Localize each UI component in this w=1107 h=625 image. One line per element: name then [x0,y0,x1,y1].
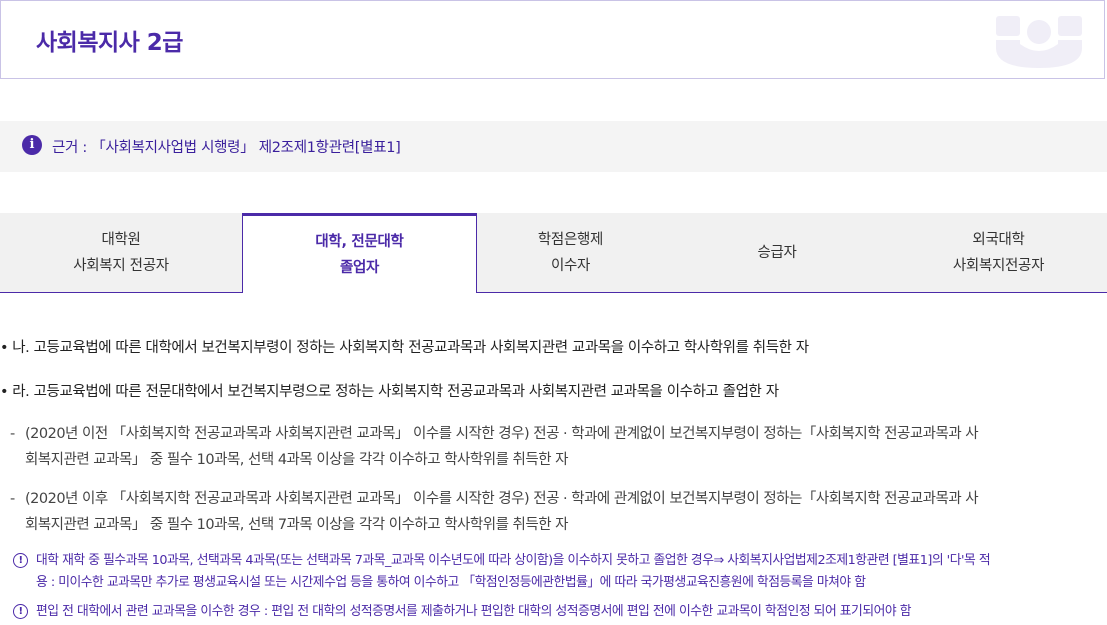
tab-label-line1: 외국대학 [972,231,1025,248]
sub-list-item-line: (2020년 이후 「사회복지학 전공교과목과 사회복지관련 교과목」 이수를 … [25,491,979,507]
bullet-dot: • [0,340,9,356]
tab-label-line2: 이수자 [550,257,591,274]
tab-label-line2: 사회복지전공자 [952,257,1045,274]
caution-text: 편입 전 대학에서 관련 교과목을 이수한 경우 : 편입 전 대학의 성적증명… [36,604,912,619]
caution-note: ! 대학 재학 중 필수과목 10과목, 선택과목 4과목(또는 선택과목 7과… [13,550,1103,594]
dash-mark: - [10,491,15,507]
tab-label-line1: 학점은행제 [537,231,604,248]
notice-text: 근거 : 「사회복지사업법 시행령」 제2조제1항관련[별표1] [52,140,401,156]
sub-list-item-line: (2020년 이전 「사회복지학 전공교과목과 사회복지관련 교과목」 이수를 … [25,426,979,442]
bullet-dot: • [0,384,9,400]
sub-list-item: - (2020년 이전 「사회복지학 전공교과목과 사회복지관련 교과목」 이수… [10,421,1100,473]
dash-mark: - [10,426,15,442]
tab-label-line1: 승급자 [757,244,797,261]
qualification-tabs: 대학원 사회복지 전공자 대학, 전문대학 졸업자 학점은행제 이수자 승급자 … [0,213,1107,293]
tab-label-line1: 대학, 전문대학 [315,233,404,250]
caution-text: 용 : 미이수한 교과목만 추가로 평생교육시설 또는 시간제수업 등을 통하여… [36,575,866,590]
tab-graduate-school[interactable]: 대학원 사회복지 전공자 [0,213,242,293]
list-item: • 라. 고등교육법에 따른 전문대학에서 보건복지부령으로 정하는 사회복지학… [0,380,779,401]
sub-list-item: - (2020년 이후 「사회복지학 전공교과목과 사회복지관련 교과목」 이수… [10,486,1100,538]
brand-logo-icon [996,14,1082,72]
caution-text: 대학 재학 중 필수과목 10과목, 선택과목 4과목(또는 선택과목 7과목_… [36,553,991,568]
info-icon: i [22,135,42,155]
list-item-text: 나. 고등교육법에 따른 대학에서 보건복지부령이 정하는 사회복지학 전공교과… [12,340,809,356]
tab-label-line1: 대학원 [101,231,141,248]
alert-icon: ! [13,553,28,568]
tab-credit-bank[interactable]: 학점은행제 이수자 [477,213,664,293]
tab-label-line2: 졸업자 [339,259,380,276]
alert-icon: ! [13,604,28,619]
list-item: • 나. 고등교육법에 따른 대학에서 보건복지부령이 정하는 사회복지학 전공… [0,336,809,357]
tab-label-line2: 사회복지 전공자 [73,257,169,274]
legal-basis-notice: i 근거 : 「사회복지사업법 시행령」 제2조제1항관련[별표1] [0,121,1107,172]
sub-list-item-line: 회복지관련 교과목」 중 필수 10과목, 선택 7과목 이상을 각각 이수하고… [25,517,569,533]
tab-foreign-university[interactable]: 외국대학 사회복지전공자 [890,213,1107,293]
sub-list-item-line: 회복지관련 교과목」 중 필수 10과목, 선택 4과목 이상을 각각 이수하고… [25,452,569,468]
caution-note: ! 편입 전 대학에서 관련 교과목을 이수한 경우 : 편입 전 대학의 성적… [13,601,1103,623]
page-title: 사회복지사 2급 [36,30,183,56]
page-header: 사회복지사 2급 [0,0,1105,79]
tab-university-graduate[interactable]: 대학, 전문대학 졸업자 [242,213,477,293]
tab-promotion[interactable]: 승급자 [664,213,890,293]
list-item-text: 라. 고등교육법에 따른 전문대학에서 보건복지부령으로 정하는 사회복지학 전… [12,384,779,400]
